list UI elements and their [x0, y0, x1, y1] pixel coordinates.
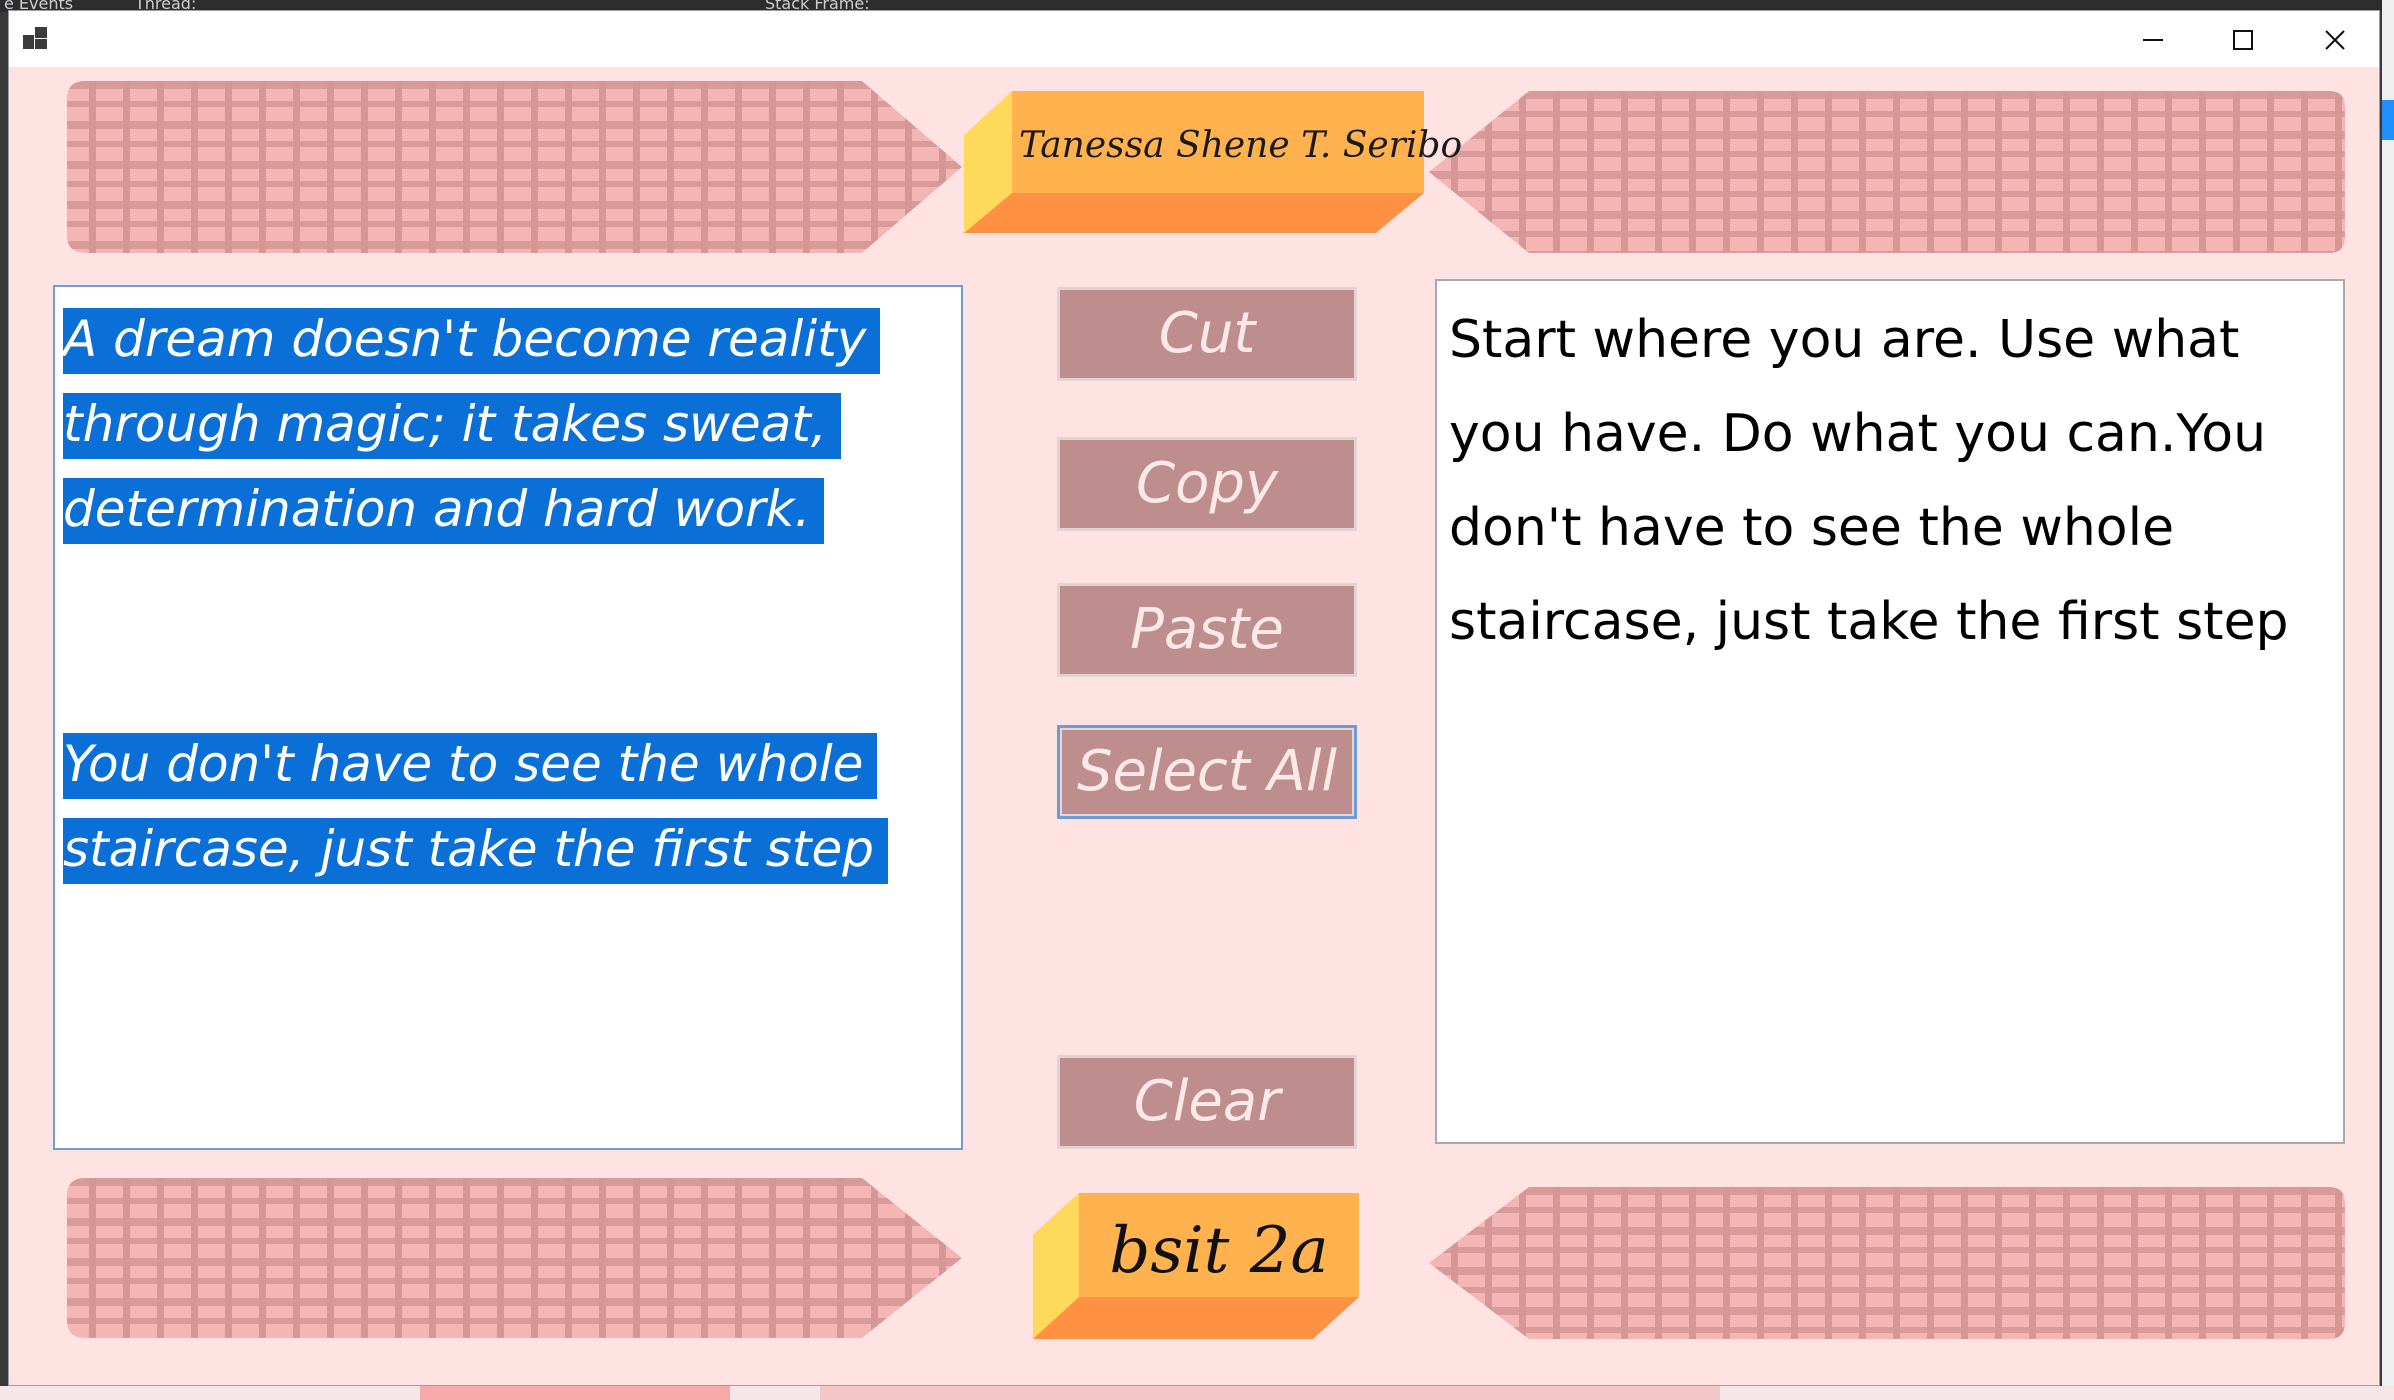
maximize-icon: [2233, 30, 2253, 50]
copy-button[interactable]: Copy: [1057, 437, 1357, 531]
selected-text: A dream doesn't become reality through m…: [63, 308, 881, 544]
plaid-ribbon-bottom-left: [67, 1178, 962, 1338]
background-window-edge: [2382, 0, 2394, 1400]
author-name-label: Tanessa Shene T. Seribo: [1019, 125, 1463, 166]
title-bar[interactable]: [9, 11, 2379, 67]
right-textbox[interactable]: Start where you are. Use what you have. …: [1435, 279, 2345, 1144]
app-icon: [23, 27, 49, 51]
paste-button[interactable]: Paste: [1057, 583, 1357, 677]
section-label: bsit 2a: [1109, 1214, 1329, 1288]
close-icon: [2325, 30, 2345, 50]
maximize-button[interactable]: [2197, 11, 2287, 67]
minimize-icon: [2143, 39, 2163, 41]
close-button[interactable]: [2289, 11, 2379, 67]
right-textbox-text: Start where you are. Use what you have. …: [1449, 310, 2289, 652]
minimize-button[interactable]: [2107, 11, 2197, 67]
plaid-ribbon-top-right: [1429, 91, 2345, 253]
clear-button[interactable]: Clear: [1057, 1055, 1357, 1149]
left-textbox[interactable]: A dream doesn't become reality through m…: [53, 285, 963, 1150]
left-textbox-paragraph: A dream doesn't become reality through m…: [63, 297, 961, 552]
selected-text: You don't have to see the whole staircas…: [63, 733, 888, 884]
plaid-ribbon-bottom-right: [1429, 1187, 2345, 1339]
plaid-ribbon-top-left: [67, 81, 962, 253]
left-textbox-paragraph: You don't have to see the whole staircas…: [63, 722, 961, 892]
background-window-edge: [0, 1386, 2394, 1400]
cut-button[interactable]: Cut: [1057, 287, 1357, 381]
form-window: Tanessa Shene T. Seribo bsit 2a A dream …: [8, 10, 2380, 1386]
select-all-button[interactable]: Select All: [1057, 725, 1357, 819]
